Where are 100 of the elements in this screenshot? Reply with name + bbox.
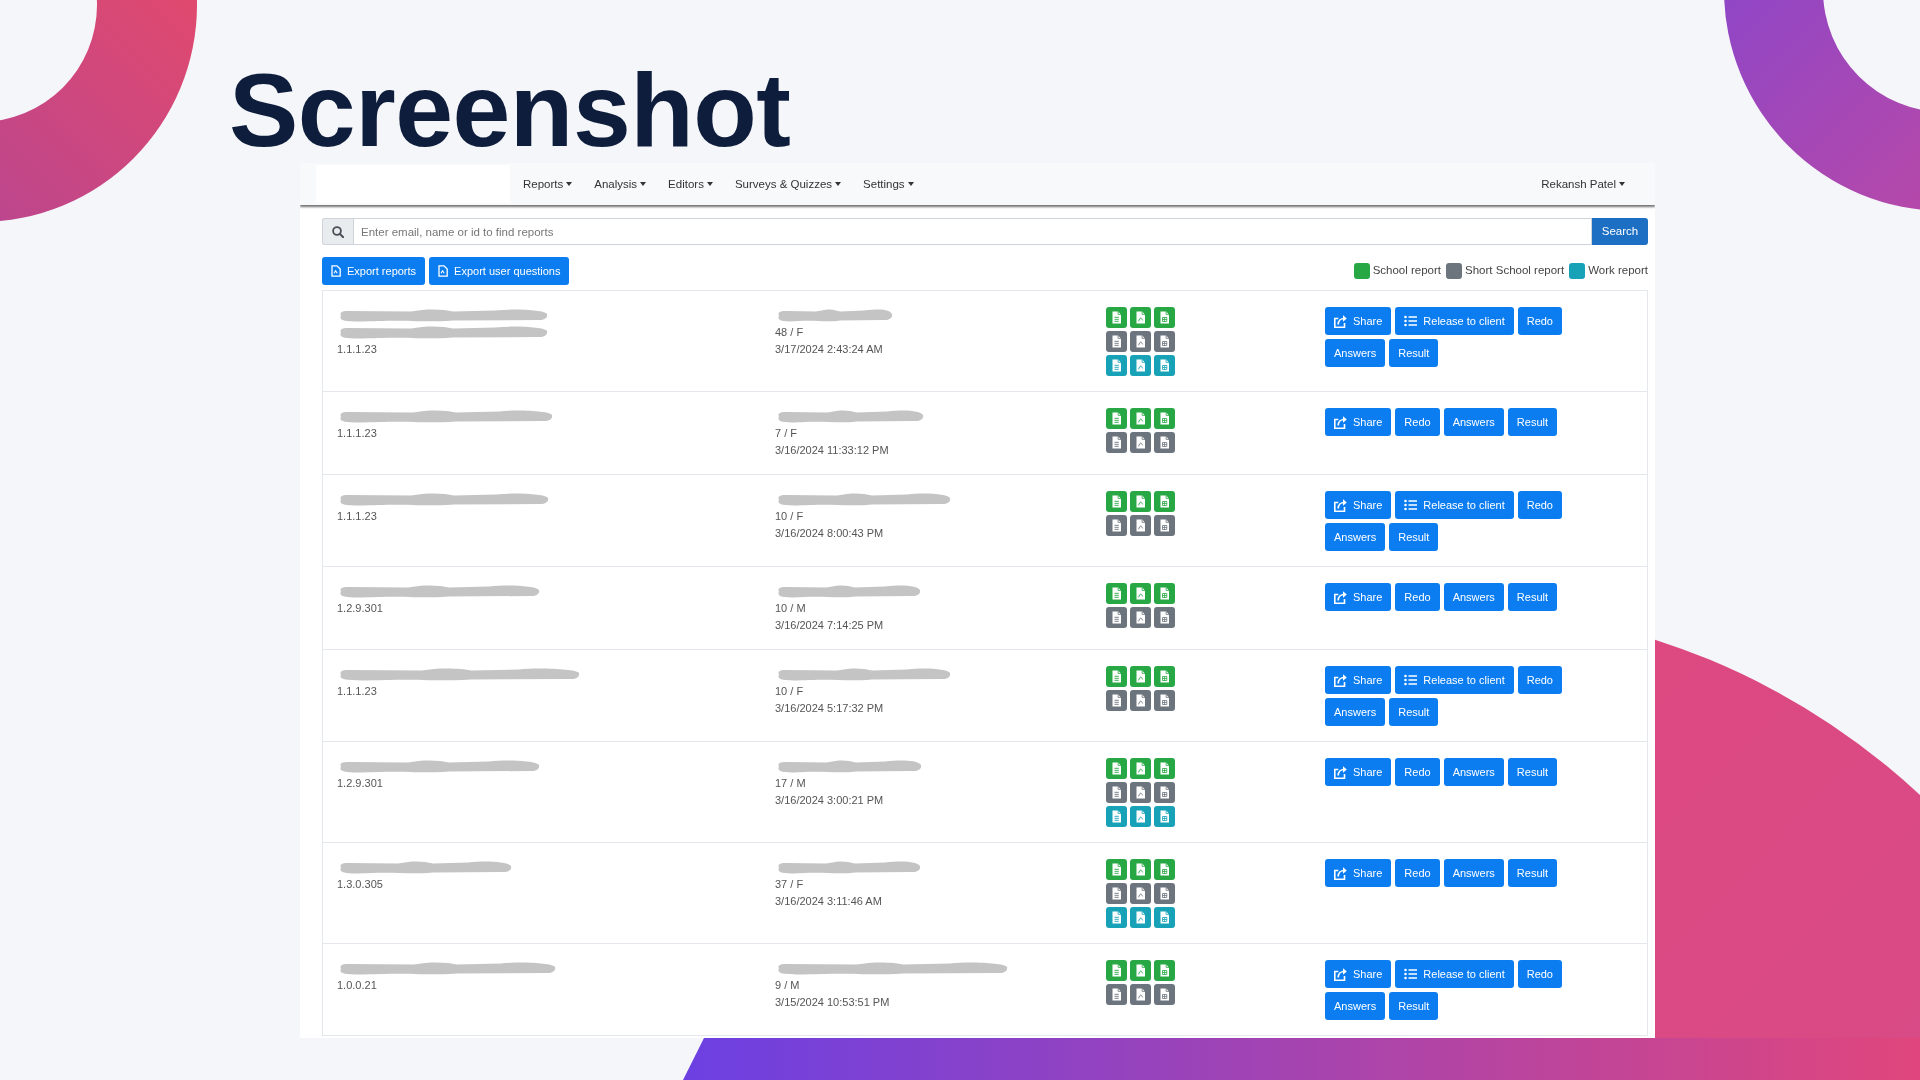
spreadsheet-file-icon[interactable] bbox=[1154, 491, 1175, 512]
spreadsheet-file-icon[interactable] bbox=[1154, 607, 1175, 628]
file-icon[interactable] bbox=[1130, 960, 1151, 981]
action-button[interactable]: Answers bbox=[1443, 408, 1504, 436]
action-button[interactable]: Redo bbox=[1395, 583, 1440, 611]
action-button[interactable]: Redo bbox=[1517, 960, 1562, 988]
spreadsheet-file-icon[interactable] bbox=[1154, 432, 1175, 453]
text-file-icon[interactable] bbox=[1106, 666, 1127, 687]
action-button[interactable]: Redo bbox=[1517, 666, 1562, 694]
search-field[interactable]: Enter email, name or id to find reports bbox=[353, 218, 1592, 245]
text-file-icon[interactable] bbox=[1106, 806, 1127, 827]
nav-menu[interactable]: Settings bbox=[852, 174, 925, 194]
action-button[interactable]: Redo bbox=[1395, 859, 1440, 887]
file-icon[interactable] bbox=[1130, 984, 1151, 1005]
file-icon[interactable] bbox=[1130, 883, 1151, 904]
text-file-icon[interactable] bbox=[1106, 782, 1127, 803]
release-button[interactable]: Release to client bbox=[1395, 307, 1514, 335]
text-file-icon[interactable] bbox=[1106, 432, 1127, 453]
export-button[interactable]: Export user questions bbox=[429, 257, 570, 285]
file-icon[interactable] bbox=[1130, 690, 1151, 711]
action-button[interactable]: Answers bbox=[1443, 859, 1504, 887]
nav-menu[interactable]: Reports bbox=[512, 174, 584, 194]
text-file-icon[interactable] bbox=[1106, 515, 1127, 536]
text-file-icon[interactable] bbox=[1106, 583, 1127, 604]
file-icon[interactable] bbox=[1130, 491, 1151, 512]
spreadsheet-file-icon[interactable] bbox=[1154, 331, 1175, 352]
action-button[interactable]: Redo bbox=[1395, 408, 1440, 436]
search-button[interactable]: Search bbox=[1592, 218, 1648, 245]
spreadsheet-file-icon[interactable] bbox=[1154, 666, 1175, 687]
text-file-icon[interactable] bbox=[1106, 307, 1127, 328]
action-button[interactable]: Redo bbox=[1517, 491, 1562, 519]
text-file-icon[interactable] bbox=[1106, 907, 1127, 928]
action-button[interactable]: Result bbox=[1507, 859, 1558, 887]
action-button[interactable]: Redo bbox=[1517, 307, 1562, 335]
release-button[interactable]: Release to client bbox=[1395, 491, 1514, 519]
spreadsheet-file-icon[interactable] bbox=[1154, 408, 1175, 429]
file-icon[interactable] bbox=[1130, 432, 1151, 453]
nav-menu[interactable]: Editors bbox=[657, 174, 724, 194]
spreadsheet-file-icon[interactable] bbox=[1154, 806, 1175, 827]
share-button[interactable]: Share bbox=[1325, 491, 1392, 519]
file-icon[interactable] bbox=[1130, 515, 1151, 536]
file-icon[interactable] bbox=[1130, 408, 1151, 429]
action-button[interactable]: Answers bbox=[1443, 758, 1504, 786]
text-file-icon[interactable] bbox=[1106, 960, 1127, 981]
action-button[interactable]: Answers bbox=[1325, 339, 1386, 367]
spreadsheet-file-icon[interactable] bbox=[1154, 984, 1175, 1005]
action-button[interactable]: Result bbox=[1507, 408, 1558, 436]
file-icon[interactable] bbox=[1130, 583, 1151, 604]
action-button[interactable]: Answers bbox=[1325, 698, 1386, 726]
file-icon[interactable] bbox=[1130, 758, 1151, 779]
share-button[interactable]: Share bbox=[1325, 666, 1392, 694]
file-icon[interactable] bbox=[1130, 607, 1151, 628]
text-file-icon[interactable] bbox=[1106, 491, 1127, 512]
export-button[interactable]: Export reports bbox=[322, 257, 426, 285]
file-icon[interactable] bbox=[1130, 806, 1151, 827]
share-button[interactable]: Share bbox=[1325, 408, 1392, 436]
text-file-icon[interactable] bbox=[1106, 883, 1127, 904]
release-button[interactable]: Release to client bbox=[1395, 666, 1514, 694]
spreadsheet-file-icon[interactable] bbox=[1154, 859, 1175, 880]
nav-menu[interactable]: Analysis bbox=[583, 174, 658, 194]
spreadsheet-file-icon[interactable] bbox=[1154, 583, 1175, 604]
action-button[interactable]: Redo bbox=[1395, 758, 1440, 786]
action-button[interactable]: Result bbox=[1507, 583, 1558, 611]
spreadsheet-file-icon[interactable] bbox=[1154, 782, 1175, 803]
action-button[interactable]: Answers bbox=[1325, 523, 1386, 551]
action-button[interactable]: Result bbox=[1389, 698, 1439, 726]
action-button[interactable]: Result bbox=[1507, 758, 1558, 786]
text-file-icon[interactable] bbox=[1106, 331, 1127, 352]
text-file-icon[interactable] bbox=[1106, 355, 1127, 376]
share-button[interactable]: Share bbox=[1325, 960, 1392, 988]
share-button[interactable]: Share bbox=[1325, 758, 1392, 786]
action-button[interactable]: Result bbox=[1389, 992, 1439, 1020]
share-button[interactable]: Share bbox=[1325, 583, 1392, 611]
action-button[interactable]: Answers bbox=[1443, 583, 1504, 611]
text-file-icon[interactable] bbox=[1106, 758, 1127, 779]
nav-menu[interactable]: Surveys & Quizzes bbox=[723, 174, 853, 194]
file-icon[interactable] bbox=[1130, 782, 1151, 803]
file-icon[interactable] bbox=[1130, 331, 1151, 352]
file-icon[interactable] bbox=[1130, 666, 1151, 687]
spreadsheet-file-icon[interactable] bbox=[1154, 355, 1175, 376]
file-icon[interactable] bbox=[1130, 907, 1151, 928]
action-button[interactable]: Result bbox=[1389, 339, 1439, 367]
file-icon[interactable] bbox=[1130, 307, 1151, 328]
share-button[interactable]: Share bbox=[1325, 307, 1392, 335]
spreadsheet-file-icon[interactable] bbox=[1154, 960, 1175, 981]
spreadsheet-file-icon[interactable] bbox=[1154, 307, 1175, 328]
user-menu[interactable]: Rekansh Patel bbox=[1530, 174, 1636, 194]
action-button[interactable]: Result bbox=[1389, 523, 1439, 551]
text-file-icon[interactable] bbox=[1106, 607, 1127, 628]
text-file-icon[interactable] bbox=[1106, 690, 1127, 711]
text-file-icon[interactable] bbox=[1106, 984, 1127, 1005]
action-button[interactable]: Answers bbox=[1325, 992, 1386, 1020]
release-button[interactable]: Release to client bbox=[1395, 960, 1514, 988]
spreadsheet-file-icon[interactable] bbox=[1154, 515, 1175, 536]
file-icon[interactable] bbox=[1130, 859, 1151, 880]
file-icon[interactable] bbox=[1130, 355, 1151, 376]
spreadsheet-file-icon[interactable] bbox=[1154, 758, 1175, 779]
text-file-icon[interactable] bbox=[1106, 408, 1127, 429]
text-file-icon[interactable] bbox=[1106, 859, 1127, 880]
spreadsheet-file-icon[interactable] bbox=[1154, 883, 1175, 904]
